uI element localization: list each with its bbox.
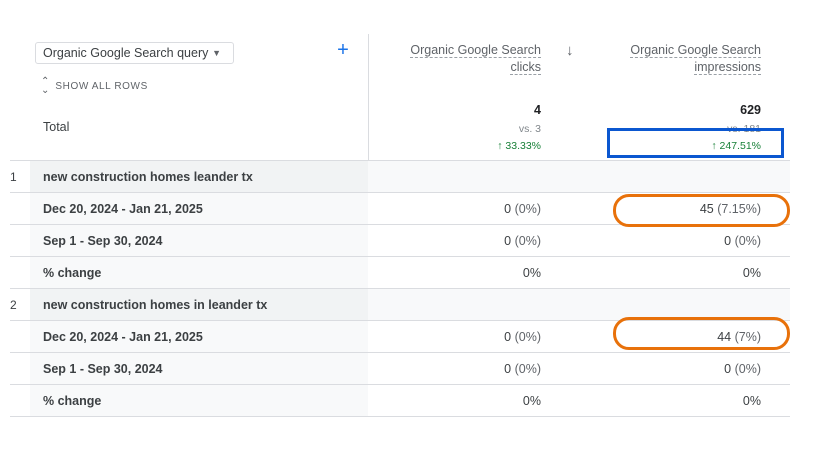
total-clicks-value: 4 (534, 103, 541, 117)
table-row[interactable]: % change 0% 0% (10, 384, 790, 416)
date-range-label: Dec 20, 2024 - Jan 21, 2025 (43, 202, 203, 216)
total-label: Total (43, 120, 70, 134)
table-row[interactable]: Sep 1 - Sep 30, 2024 0 (0%) 0 (0%) (10, 224, 790, 256)
percent-change-label: % change (43, 266, 102, 280)
percent-change-label: % change (43, 394, 102, 408)
clicks-cell: 0 (0%) (504, 362, 541, 376)
impressions-cell: 0 (0%) (724, 362, 761, 376)
table-bottom-border (10, 416, 790, 417)
impressions-cell: 0% (742, 394, 761, 408)
impressions-column-header[interactable]: Organic Google Search impressions (611, 42, 761, 76)
sort-descending-icon[interactable]: ↓ (566, 42, 574, 59)
table-row[interactable]: % change 0% 0% (10, 256, 790, 288)
query-label: new construction homes leander tx (43, 170, 253, 184)
impressions-cell: 0% (742, 266, 761, 280)
table-row-group-2[interactable]: 2 new construction homes in leander tx (10, 288, 790, 320)
column-divider (368, 34, 369, 160)
highlight-oval-row-2 (613, 317, 790, 350)
total-clicks-change: ↑ 33.33% (497, 140, 541, 152)
clicks-cell: 0 (0%) (504, 202, 541, 216)
query-label: new construction homes in leander tx (43, 298, 268, 312)
clicks-cell: 0% (522, 394, 541, 408)
dimension-select[interactable]: Organic Google Search query ▼ (35, 42, 234, 64)
highlight-oval-row-1 (613, 194, 790, 227)
add-dimension-icon[interactable]: + (335, 40, 351, 60)
table-row-group-1[interactable]: 1 new construction homes leander tx (10, 160, 790, 192)
total-clicks-comparison: vs. 3 (518, 123, 541, 135)
show-all-rows-button[interactable]: ⌃ ⌄ SHOW ALL ROWS (41, 76, 148, 96)
show-all-rows-label: SHOW ALL ROWS (55, 80, 148, 92)
total-impressions-value: 629 (740, 103, 761, 117)
row-rank: 2 (10, 298, 17, 312)
unfold-icon: ⌃ ⌄ (41, 76, 50, 96)
date-range-label: Sep 1 - Sep 30, 2024 (43, 362, 163, 376)
clicks-column-header[interactable]: Organic Google Search clicks (391, 42, 541, 76)
row-rank: 1 (10, 170, 17, 184)
caret-down-icon: ▼ (212, 48, 221, 58)
clicks-cell: 0 (0%) (504, 234, 541, 248)
date-range-label: Sep 1 - Sep 30, 2024 (43, 234, 163, 248)
table-row[interactable]: Sep 1 - Sep 30, 2024 0 (0%) 0 (0%) (10, 352, 790, 384)
clicks-cell: 0 (0%) (504, 330, 541, 344)
date-range-label: Dec 20, 2024 - Jan 21, 2025 (43, 330, 203, 344)
clicks-cell: 0% (522, 266, 541, 280)
dimension-select-label: Organic Google Search query (43, 46, 209, 60)
impressions-cell: 0 (0%) (724, 234, 761, 248)
highlight-box-total-change (607, 128, 784, 158)
